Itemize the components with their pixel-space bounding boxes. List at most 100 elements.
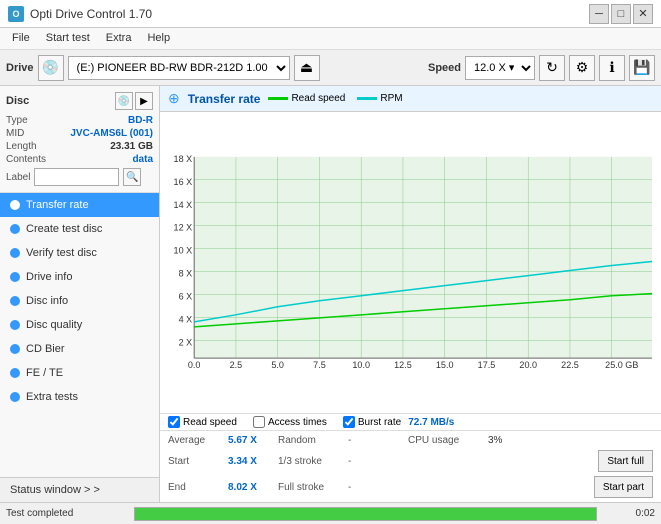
settings-button[interactable]: ⚙ bbox=[569, 55, 595, 81]
svg-text:14 X: 14 X bbox=[174, 200, 193, 210]
nav-dot bbox=[10, 344, 20, 354]
stroke13-label: 1/3 stroke bbox=[278, 456, 348, 467]
nav-item-drive-info[interactable]: Drive info bbox=[0, 265, 159, 289]
disc-icon-1[interactable]: 💿 bbox=[115, 92, 133, 110]
stroke13-value: - bbox=[348, 456, 408, 467]
burst-rate-value: 72.7 MB/s bbox=[408, 417, 454, 428]
save-button[interactable]: 💾 bbox=[629, 55, 655, 81]
nav-item-disc-info[interactable]: Disc info bbox=[0, 289, 159, 313]
window-controls: ─ □ ✕ bbox=[589, 4, 653, 24]
title-bar-left: O Opti Drive Control 1.70 bbox=[8, 6, 152, 22]
close-button[interactable]: ✕ bbox=[633, 4, 653, 24]
nav-item-transfer-rate[interactable]: Transfer rate bbox=[0, 193, 159, 217]
disc-section-title: Disc bbox=[6, 95, 29, 107]
svg-text:0.0: 0.0 bbox=[188, 360, 201, 370]
read-speed-checkbox[interactable] bbox=[168, 416, 180, 428]
svg-text:10.0: 10.0 bbox=[352, 360, 370, 370]
disc-length-label: Length bbox=[6, 141, 37, 152]
speed-label: Speed bbox=[428, 62, 461, 74]
svg-text:6 X: 6 X bbox=[179, 292, 193, 302]
drive-select-group: 💿 (E:) PIONEER BD-RW BDR-212D 1.00 ⏏ bbox=[38, 55, 416, 81]
maximize-button[interactable]: □ bbox=[611, 4, 631, 24]
menu-start-test[interactable]: Start test bbox=[38, 30, 98, 47]
nav-item-create-test-disc[interactable]: Create test disc bbox=[0, 217, 159, 241]
start-full-button[interactable]: Start full bbox=[598, 450, 653, 472]
nav-dot bbox=[10, 248, 20, 258]
nav-dot bbox=[10, 368, 20, 378]
start-value: 3.34 X bbox=[228, 456, 278, 467]
eject-button[interactable]: ⏏ bbox=[294, 55, 320, 81]
nav-item-cd-bier[interactable]: CD Bier bbox=[0, 337, 159, 361]
drive-dropdown[interactable]: (E:) PIONEER BD-RW BDR-212D 1.00 bbox=[68, 56, 290, 80]
disc-type-row: Type BD-R bbox=[6, 114, 153, 127]
sidebar: Disc 💿 ▶ Type BD-R MID JVC-AMS6L (001) L… bbox=[0, 86, 160, 502]
nav-label-drive-info: Drive info bbox=[26, 271, 72, 283]
speed-dropdown[interactable]: 12.0 X ▾ bbox=[465, 56, 535, 80]
chart-title: Transfer rate bbox=[188, 92, 261, 106]
nav-dot bbox=[10, 272, 20, 282]
disc-header: Disc 💿 ▶ bbox=[6, 92, 153, 110]
drive-icon-button[interactable]: 💿 bbox=[38, 55, 64, 81]
disc-label-row: Label 🔍 bbox=[6, 166, 153, 186]
legend-read-speed-label: Read speed bbox=[291, 93, 345, 104]
legend-rpm: RPM bbox=[357, 93, 402, 104]
disc-icon-buttons: 💿 ▶ bbox=[115, 92, 153, 110]
nav-dot bbox=[10, 296, 20, 306]
drive-label: Drive bbox=[6, 62, 34, 74]
label-icon-button[interactable]: 🔍 bbox=[123, 168, 141, 186]
status-window-button[interactable]: Status window > > bbox=[0, 477, 159, 502]
nav-label-create-test-disc: Create test disc bbox=[26, 223, 102, 235]
menu-help[interactable]: Help bbox=[139, 30, 178, 47]
menu-file[interactable]: File bbox=[4, 30, 38, 47]
disc-label-label: Label bbox=[6, 172, 30, 183]
nav-item-extra-tests[interactable]: Extra tests bbox=[0, 385, 159, 409]
nav-label-fe-te: FE / TE bbox=[26, 367, 63, 379]
legend-rpm-label: RPM bbox=[380, 93, 402, 104]
svg-text:17.5: 17.5 bbox=[478, 360, 496, 370]
disc-label-input[interactable] bbox=[34, 168, 119, 186]
refresh-button[interactable]: ↻ bbox=[539, 55, 565, 81]
end-value: 8.02 X bbox=[228, 482, 278, 493]
access-times-checkbox-label: Access times bbox=[268, 417, 327, 428]
nav-label-disc-info: Disc info bbox=[26, 295, 68, 307]
content-area: ⊕ Transfer rate Read speed RPM bbox=[160, 86, 661, 502]
legend-read-speed-color bbox=[268, 97, 288, 100]
progress-bar-fill bbox=[135, 508, 596, 520]
disc-type-label: Type bbox=[6, 115, 28, 126]
svg-text:5.0: 5.0 bbox=[271, 360, 284, 370]
disc-type-value: BD-R bbox=[128, 115, 153, 126]
y-axis-labels: 18 X 16 X 14 X 12 X 10 X 8 X 6 X 4 X 2 X bbox=[174, 154, 193, 348]
nav-dot bbox=[10, 200, 20, 210]
nav-item-verify-test-disc[interactable]: Verify test disc bbox=[0, 241, 159, 265]
title-bar: O Opti Drive Control 1.70 ─ □ ✕ bbox=[0, 0, 661, 28]
chart-icon: ⊕ bbox=[168, 90, 180, 107]
minimize-button[interactable]: ─ bbox=[589, 4, 609, 24]
access-times-checkbox-item: Access times bbox=[253, 416, 327, 428]
svg-text:2.5: 2.5 bbox=[230, 360, 243, 370]
stats-row-start: Start 3.34 X 1/3 stroke - Start full bbox=[168, 448, 653, 474]
x-axis-labels: 0.0 2.5 5.0 7.5 10.0 12.5 15.0 17.5 20.0… bbox=[188, 360, 638, 370]
access-times-checkbox[interactable] bbox=[253, 416, 265, 428]
stats-section: Average 5.67 X Random - CPU usage 3% Sta… bbox=[160, 430, 661, 502]
end-label: End bbox=[168, 482, 228, 493]
legend-read-speed: Read speed bbox=[268, 93, 345, 104]
disc-contents-label: Contents bbox=[6, 154, 46, 165]
status-time: 0:02 bbox=[605, 508, 655, 519]
nav-label-cd-bier: CD Bier bbox=[26, 343, 65, 355]
svg-text:18 X: 18 X bbox=[174, 154, 193, 164]
burst-rate-checkbox[interactable] bbox=[343, 416, 355, 428]
read-speed-checkbox-item: Read speed bbox=[168, 416, 237, 428]
disc-icon-2[interactable]: ▶ bbox=[135, 92, 153, 110]
svg-text:7.5: 7.5 bbox=[313, 360, 326, 370]
status-window-label: Status window > > bbox=[10, 484, 100, 496]
nav-item-disc-quality[interactable]: Disc quality bbox=[0, 313, 159, 337]
nav-item-fe-te[interactable]: FE / TE bbox=[0, 361, 159, 385]
average-label: Average bbox=[168, 435, 228, 446]
menu-extra[interactable]: Extra bbox=[98, 30, 140, 47]
toolbar: Drive 💿 (E:) PIONEER BD-RW BDR-212D 1.00… bbox=[0, 50, 661, 86]
start-part-button[interactable]: Start part bbox=[594, 476, 653, 498]
full-stroke-value: - bbox=[348, 482, 408, 493]
cpu-value: 3% bbox=[488, 435, 502, 446]
chart-background bbox=[194, 157, 652, 358]
info-button[interactable]: ℹ bbox=[599, 55, 625, 81]
